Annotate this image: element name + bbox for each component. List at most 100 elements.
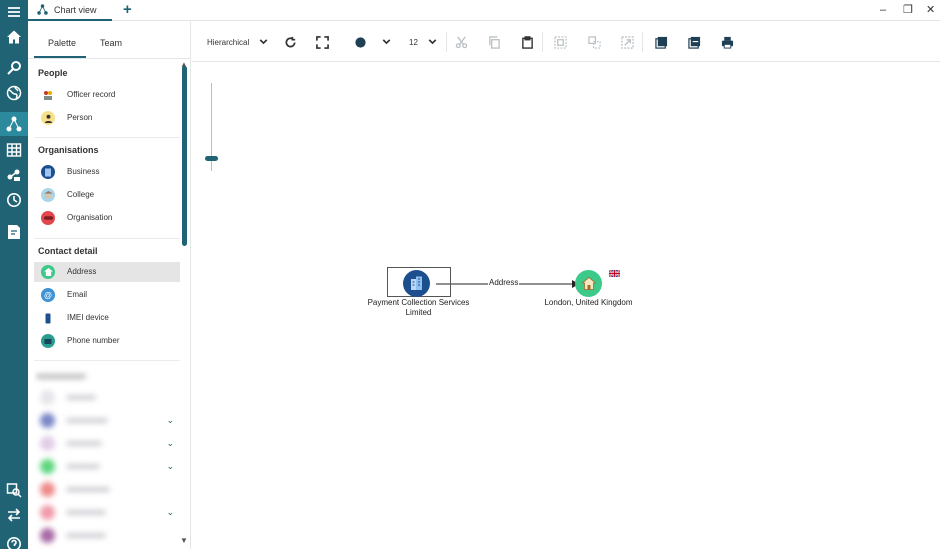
obscured-list-item[interactable] [34, 525, 180, 545]
chevron-down-icon[interactable]: ⌄ [166, 438, 174, 449]
copy-icon[interactable] [488, 36, 501, 51]
list-item-label: Organisation [67, 213, 113, 222]
export-pdf-icon[interactable] [688, 36, 701, 51]
swap-icon[interactable] [0, 503, 28, 527]
obscured-list-item[interactable] [34, 502, 180, 522]
layout-select[interactable]: Hierarchical [207, 38, 249, 47]
search-icon[interactable] [0, 56, 28, 80]
help-icon[interactable] [0, 532, 28, 549]
node-label-target: London, United Kingdom [544, 298, 633, 307]
person-icon [41, 111, 55, 125]
list-item-label: IMEI device [67, 313, 109, 322]
ungroup-icon[interactable] [588, 36, 601, 51]
data-icon[interactable] [0, 163, 28, 187]
tab-team[interactable]: Team [100, 38, 122, 48]
list-item-label: Officer record [67, 90, 116, 99]
list-item-phone-number[interactable]: Phone number [34, 331, 180, 351]
toolbar-separator [446, 32, 447, 52]
obscured-list-item[interactable] [34, 456, 180, 476]
officer-record-icon [41, 88, 55, 102]
list-item-officer-record[interactable]: Officer record [34, 85, 180, 105]
panel-tabs: Palette Team [28, 22, 191, 59]
section-people: People [38, 68, 68, 78]
tab-label: Chart view [54, 4, 97, 15]
toolbar-separator [642, 32, 643, 52]
paste-icon[interactable] [521, 36, 534, 51]
uk-flag-icon [609, 270, 620, 277]
section-organisations: Organisations [38, 145, 99, 155]
section-divider [34, 360, 180, 361]
chevron-down-icon[interactable]: ⌄ [166, 461, 174, 472]
panel-scrollbar[interactable] [182, 66, 187, 246]
address-icon [41, 265, 55, 279]
list-item-label: College [67, 190, 95, 199]
scroll-down-icon[interactable]: ▼ [180, 536, 188, 545]
active-tab-indicator [34, 56, 86, 58]
print-icon[interactable] [721, 36, 734, 51]
node-shape-icon[interactable] [354, 36, 367, 51]
refresh-icon[interactable] [284, 36, 297, 51]
chart-network-icon [37, 4, 48, 15]
email-icon: @ [41, 288, 55, 302]
tab-chart-view[interactable]: Chart view [28, 0, 112, 21]
imei-device-icon [41, 311, 55, 325]
left-rail [0, 0, 28, 549]
obscured-list-item[interactable] [34, 410, 180, 430]
section-divider [34, 238, 180, 239]
obscured-list-item[interactable] [34, 387, 180, 407]
phone-icon [41, 334, 55, 348]
list-item-imei-device[interactable]: IMEI device [34, 308, 180, 328]
list-item-address[interactable]: Address [34, 262, 180, 282]
fit-to-screen-icon[interactable] [316, 36, 329, 51]
list-item-label: Person [67, 113, 93, 122]
chevron-down-icon[interactable]: ⌄ [166, 415, 174, 426]
address-node-icon[interactable] [575, 270, 602, 297]
new-tab-button[interactable]: + [123, 2, 132, 18]
chevron-down-icon[interactable]: ⌄ [166, 507, 174, 518]
obscured-section-header [34, 366, 180, 386]
link-label: Address [488, 278, 520, 287]
node-label-source: Payment Collection Services Limited [362, 298, 475, 318]
list-item-label: Phone number [67, 336, 120, 345]
list-item-person[interactable]: Person [34, 108, 180, 128]
section-contact-detail: Contact detail [38, 246, 98, 256]
business-icon [41, 165, 55, 179]
title-bar: Chart view + – ❐ ✕ [28, 0, 940, 21]
table-icon[interactable] [0, 138, 28, 162]
globe-icon[interactable] [0, 81, 28, 105]
size-select[interactable]: 12 [409, 38, 418, 47]
group-icon[interactable] [554, 36, 567, 51]
menu-icon[interactable] [0, 0, 28, 24]
list-item-organisation[interactable]: Organisation [34, 208, 180, 228]
restore-button[interactable]: ❐ [903, 3, 913, 17]
cut-icon[interactable] [455, 36, 468, 51]
export-image-icon[interactable] [655, 36, 668, 51]
close-button[interactable]: ✕ [926, 3, 935, 17]
minimize-button[interactable]: – [880, 3, 886, 17]
node-label-line: Limited [405, 308, 432, 317]
list-item-label: Business [67, 167, 100, 176]
palette-panel: Palette Team ▲ ▼ People Officer record P… [28, 22, 191, 549]
chart-network-icon[interactable] [0, 112, 28, 136]
chevron-down-icon[interactable] [426, 35, 439, 50]
obscured-list-item[interactable] [34, 479, 180, 499]
report-icon[interactable] [0, 220, 28, 244]
inspect-icon[interactable] [0, 478, 28, 502]
chart-canvas[interactable]: Address Payment Collection Services Limi… [192, 63, 940, 549]
chevron-down-icon[interactable] [257, 35, 270, 50]
obscured-list-item[interactable] [34, 433, 180, 453]
chevron-down-icon[interactable] [380, 35, 393, 50]
section-divider [34, 137, 180, 138]
organisation-icon [41, 211, 55, 225]
palette-list: People Officer record Person Organisatio… [34, 60, 180, 549]
home-icon[interactable] [0, 25, 28, 49]
list-item-email[interactable]: @ Email [34, 285, 180, 305]
tab-palette[interactable]: Palette [48, 38, 76, 48]
list-item-college[interactable]: College [34, 185, 180, 205]
clock-icon[interactable] [0, 188, 28, 212]
node-label-line: Payment Collection Services [367, 298, 470, 307]
expand-icon[interactable] [621, 36, 634, 51]
list-item-label: Email [67, 290, 88, 299]
list-item-business[interactable]: Business [34, 162, 180, 182]
business-node-icon[interactable] [403, 270, 430, 297]
